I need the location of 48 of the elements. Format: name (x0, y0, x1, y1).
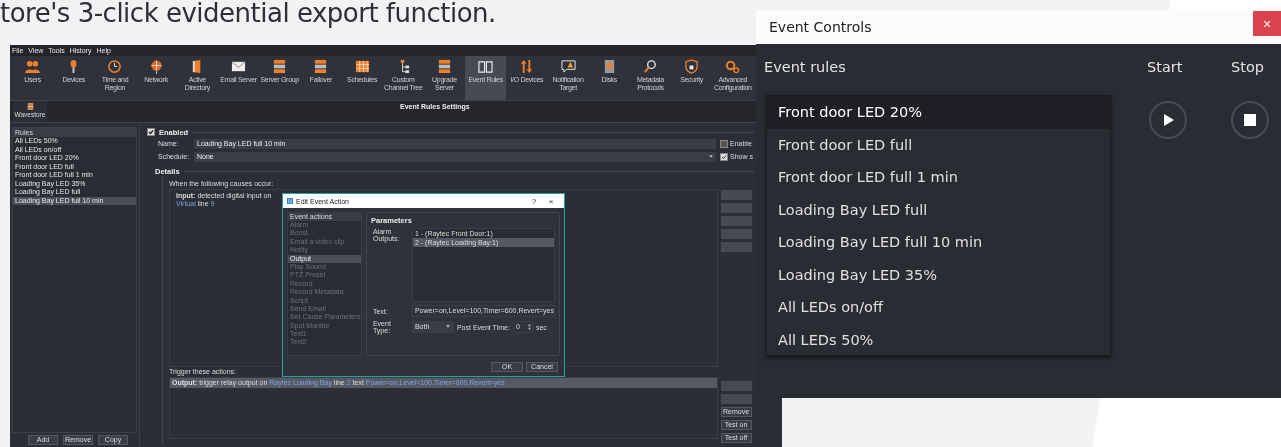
blank-button[interactable] (720, 381, 752, 391)
enabled-checkbox[interactable] (147, 128, 155, 136)
warning-bubble-icon (560, 59, 576, 74)
blank-button[interactable] (720, 216, 752, 226)
stop-icon (1242, 112, 1258, 128)
caret-icon (445, 325, 450, 328)
event-rule-item[interactable]: All LEDs 50% (767, 323, 1110, 356)
column-label: Start (1147, 59, 1184, 75)
shield-icon (684, 59, 700, 74)
blank-button[interactable] (720, 394, 752, 404)
calendar-icon (354, 59, 370, 74)
option-checkbox[interactable] (720, 152, 728, 161)
users-icon (25, 59, 41, 74)
blank-button[interactable] (720, 229, 752, 239)
magnifier-icon (642, 59, 658, 74)
stop-button[interactable] (1231, 101, 1269, 139)
caret-icon (709, 154, 713, 158)
blank-button[interactable] (720, 203, 752, 213)
server-stack-icon (313, 59, 329, 74)
event-rule-item[interactable]: Loading Bay LED full 10 min (767, 226, 1110, 259)
headline: tore's 3-click evidential export function. (0, 0, 496, 28)
option-checkbox[interactable] (720, 139, 728, 148)
book-icon (478, 59, 494, 74)
app-icon (287, 198, 293, 204)
column-label: Stop (1231, 59, 1264, 75)
event-rule-item[interactable]: Loading Bay LED full (767, 193, 1110, 226)
gears-icon (725, 59, 741, 74)
blank-button[interactable] (720, 242, 752, 252)
envelope-icon (231, 59, 247, 74)
globe-icon (148, 59, 164, 74)
arrows-icon (519, 59, 535, 74)
event-rule-item[interactable]: All LEDs on/off (767, 291, 1110, 324)
event-rule-item[interactable]: Front door LED full 1 min (767, 161, 1110, 194)
server-stack-icon (436, 59, 452, 74)
close-button[interactable]: × (544, 196, 558, 206)
blank-button[interactable] (720, 190, 752, 200)
column-label: Event rules (764, 59, 847, 75)
close-button[interactable]: × (1253, 11, 1281, 36)
clock-icon (107, 59, 123, 74)
event-rule-item[interactable]: Front door LED full (767, 128, 1110, 161)
server-stack-icon (272, 59, 288, 74)
window-title: Event Controls (769, 19, 872, 35)
help-button[interactable]: ? (527, 196, 541, 206)
start-button[interactable] (1149, 101, 1187, 139)
spin-arrows-icon (527, 324, 531, 330)
event-rule-item[interactable]: Front door LED 20% (767, 96, 1110, 129)
event-rule-item[interactable]: Loading Bay LED 35% (767, 258, 1110, 291)
server-stack-icon (26, 103, 34, 110)
